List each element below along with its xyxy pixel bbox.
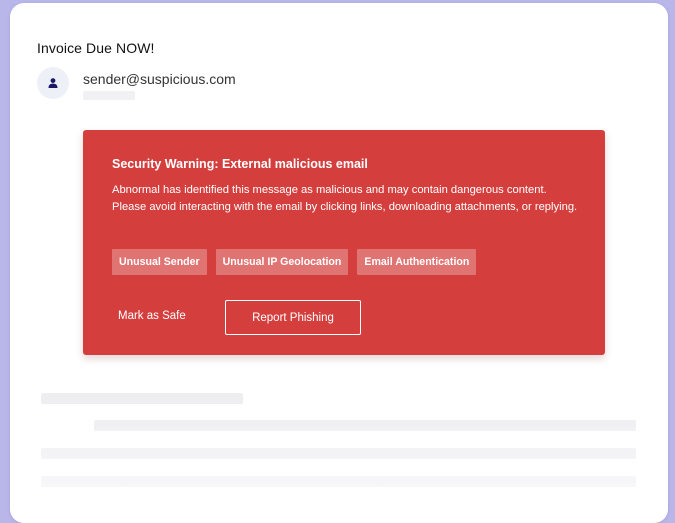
mark-as-safe-button[interactable]: Mark as Safe [118,310,186,322]
body-placeholder-line [41,448,636,459]
body-placeholder-line [41,476,636,487]
warning-message: Abnormal has identified this message as … [112,184,578,213]
warning-title: Security Warning: External malicious ema… [112,157,368,171]
report-phishing-button[interactable]: Report Phishing [225,300,361,335]
body-placeholder-line [94,420,636,431]
threat-tags: Unusual Sender Unusual IP Geolocation Em… [112,249,477,275]
tag-unusual-sender: Unusual Sender [112,249,207,275]
tag-email-authentication: Email Authentication [357,249,477,275]
tag-unusual-ip-geolocation: Unusual IP Geolocation [215,249,349,275]
email-subject: Invoice Due NOW! [37,40,155,56]
body-placeholder-line [41,393,243,404]
sender-avatar [37,67,69,99]
user-icon [48,78,58,88]
sender-detail-placeholder [83,91,135,100]
email-card: Invoice Due NOW! sender@suspicious.com S… [10,3,668,523]
sender-address: sender@suspicious.com [83,71,236,87]
security-warning-banner: Security Warning: External malicious ema… [83,130,605,355]
